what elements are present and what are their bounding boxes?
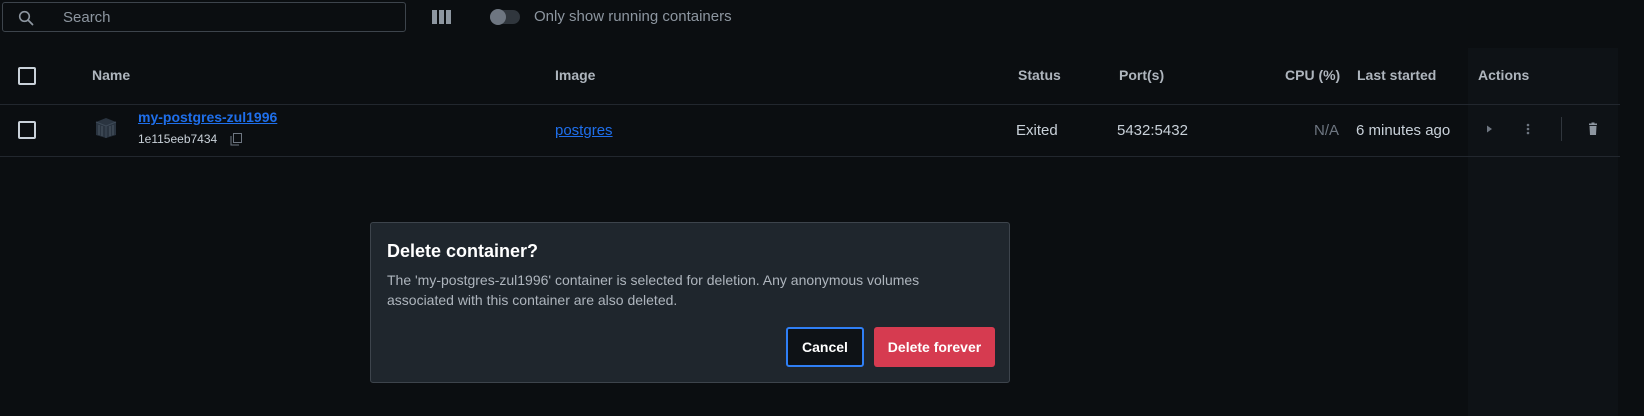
- trash-icon[interactable]: [1585, 121, 1601, 137]
- container-icon: [95, 118, 117, 138]
- running-only-toggle[interactable]: [490, 9, 520, 25]
- image-link[interactable]: postgres: [555, 122, 613, 139]
- header-status[interactable]: Status: [1018, 67, 1061, 83]
- toggle-knob: [490, 9, 506, 25]
- cpu-text: N/A: [1314, 122, 1340, 139]
- header-last-started[interactable]: Last started: [1357, 67, 1436, 83]
- header-actions: Actions: [1478, 67, 1530, 83]
- dialog-body: The 'my-postgres-zul1996' container is s…: [387, 272, 920, 308]
- last-started-text: 6 minutes ago: [1356, 122, 1451, 139]
- header-image[interactable]: Image: [555, 67, 595, 83]
- select-all-checkbox[interactable]: [18, 67, 36, 85]
- row-checkbox[interactable]: [18, 121, 36, 139]
- delete-container-dialog: Delete container? The 'my-postgres-zul19…: [370, 222, 1010, 383]
- columns-icon[interactable]: [432, 9, 451, 25]
- running-only-label: Only show running containers: [534, 8, 732, 25]
- header-name[interactable]: Name: [92, 67, 130, 83]
- toolbar: Only show running containers: [0, 0, 1644, 34]
- header-ports[interactable]: Port(s): [1119, 67, 1164, 83]
- container-id: 1e115eeb7434: [138, 132, 218, 146]
- table-header: Name Image Status Port(s) CPU (%) Last s…: [0, 48, 1620, 105]
- search-input[interactable]: [61, 5, 391, 29]
- search-icon: [18, 10, 34, 26]
- ports-text: 5432:5432: [1117, 122, 1188, 139]
- cancel-button[interactable]: Cancel: [786, 327, 864, 367]
- container-name-link[interactable]: my-postgres-zul1996: [138, 109, 277, 125]
- table-row[interactable]: my-postgres-zul1996 1e115eeb7434 postgre…: [0, 105, 1620, 157]
- copy-icon[interactable]: [230, 133, 242, 146]
- more-icon[interactable]: [1520, 121, 1536, 137]
- play-icon[interactable]: [1481, 121, 1497, 137]
- status-text: Exited: [1016, 122, 1058, 139]
- actions-divider: [1561, 117, 1562, 141]
- delete-forever-button[interactable]: Delete forever: [874, 327, 995, 367]
- dialog-title: Delete container?: [387, 241, 539, 261]
- header-cpu[interactable]: CPU (%): [1285, 67, 1340, 83]
- search-box[interactable]: [2, 2, 406, 32]
